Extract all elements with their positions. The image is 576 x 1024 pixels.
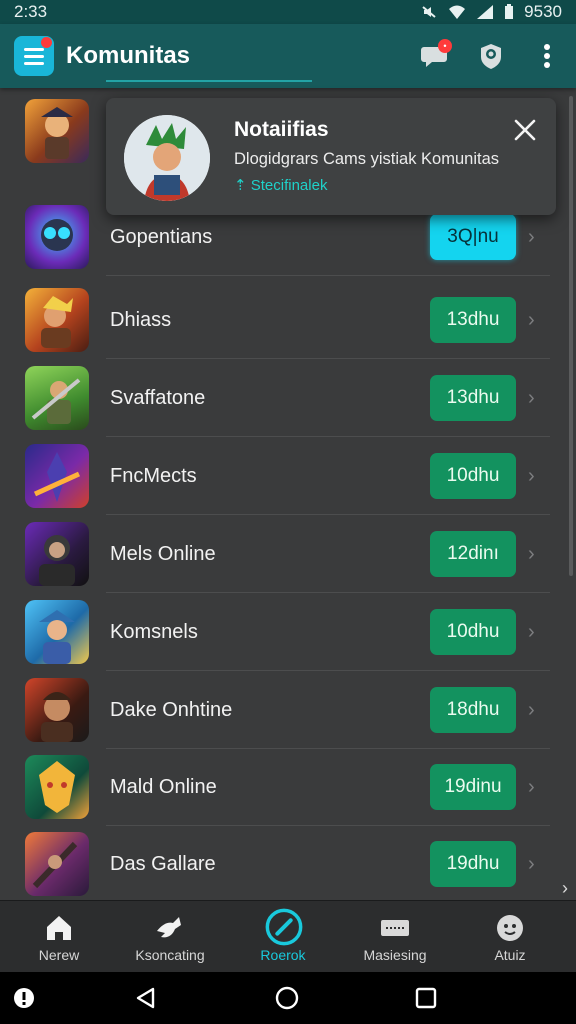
list-item-name: Gopentians xyxy=(110,225,213,248)
title-underline xyxy=(106,80,312,82)
menu-logo-icon[interactable] xyxy=(14,36,54,76)
nav-item-atuiz[interactable]: Atuiz xyxy=(455,901,565,973)
avatar xyxy=(124,115,210,201)
close-icon[interactable] xyxy=(512,117,538,143)
scroll-right-chevron-icon[interactable]: › xyxy=(562,878,568,899)
chevron-right-icon: › xyxy=(528,852,535,875)
notification-badge: • xyxy=(438,39,452,53)
list-item-name: Dake Onhtine xyxy=(110,698,233,721)
list-item-name: Dhiass xyxy=(110,308,172,331)
nav-label: Ksoncating xyxy=(135,947,205,963)
nav-label: Masiesing xyxy=(363,947,427,963)
status-time: 2:33 xyxy=(14,2,48,21)
nav-item-roerok[interactable]: Roerok xyxy=(228,901,338,973)
home-icon xyxy=(47,916,71,940)
keyboard-icon xyxy=(381,920,409,936)
chevron-right-icon: › xyxy=(528,308,535,331)
list-item[interactable]: Svaffatone 13dhu › xyxy=(0,359,560,437)
game-thumbnail xyxy=(25,832,89,896)
battery-icon xyxy=(505,4,514,19)
notification-link[interactable]: ⇡ Stecifinalek xyxy=(234,176,327,194)
game-thumbnail xyxy=(25,205,89,269)
page-title: Komunitas xyxy=(66,42,191,69)
notification-title: Notaiifias xyxy=(234,118,329,141)
nav-item-home[interactable]: Nerew xyxy=(4,901,114,973)
home-button-icon[interactable] xyxy=(275,986,299,1010)
profile-badge-icon[interactable] xyxy=(476,41,506,71)
time-badge-button[interactable]: 19dinu xyxy=(430,764,516,810)
nav-label: Atuiz xyxy=(494,947,526,963)
notification-body: Dlogidgrars Cams yistiak Komunitas xyxy=(234,150,500,168)
game-thumbnail xyxy=(25,444,89,508)
edit-circle-icon xyxy=(265,908,303,946)
time-badge-button[interactable]: 12dinı xyxy=(430,531,516,577)
signal-icon xyxy=(477,5,494,19)
time-badge-button[interactable]: 19dhu xyxy=(430,841,516,887)
chevron-right-icon: › xyxy=(528,775,535,798)
list-item-name: Komsnels xyxy=(110,620,198,643)
chevron-right-icon: › xyxy=(528,620,535,643)
chevron-right-icon: › xyxy=(528,225,535,248)
list-item[interactable]: FncMects 10dhu › xyxy=(0,437,560,515)
list-item[interactable]: Mels Online 12dinı › xyxy=(0,515,560,593)
chat-notification-icon[interactable]: • xyxy=(420,39,452,71)
chevron-right-icon: › xyxy=(528,698,535,721)
status-bar: 2:33 9530 xyxy=(0,0,576,24)
game-thumbnail xyxy=(25,678,89,742)
bottom-nav: Nerew Ksoncating Roerok Masiesing Atuiz xyxy=(0,900,576,972)
time-badge-button[interactable]: 13dhu xyxy=(430,375,516,421)
list-item-name: FncMects xyxy=(110,464,197,487)
time-badge-button[interactable]: 10dhu xyxy=(430,609,516,655)
list-item-name: Svaffatone xyxy=(110,386,206,409)
alert-icon[interactable] xyxy=(12,986,36,1010)
list-item[interactable]: Mald Online 19dinu › xyxy=(0,748,560,826)
chevron-right-icon: › xyxy=(528,542,535,565)
scrollbar[interactable] xyxy=(569,96,573,576)
game-thumbnail xyxy=(25,755,89,819)
chevron-right-icon: › xyxy=(528,464,535,487)
nav-item-connecting[interactable]: Ksoncating xyxy=(115,901,225,973)
game-thumbnail xyxy=(25,600,89,664)
recents-icon[interactable] xyxy=(414,986,438,1010)
system-nav-bar xyxy=(0,972,576,1024)
more-vert-icon[interactable] xyxy=(532,41,562,71)
bird-icon xyxy=(157,917,181,938)
wifi-icon xyxy=(449,5,466,19)
notification-popup[interactable]: Notaiifias Dlogidgrars Cams yistiak Komu… xyxy=(106,98,556,215)
back-icon[interactable] xyxy=(134,986,158,1010)
list-item[interactable]: Das Gallare 19dhu › xyxy=(0,825,560,903)
time-badge-button[interactable]: 10dhu xyxy=(430,453,516,499)
app-bar: Komunitas • xyxy=(0,24,576,88)
list-item-name: Mels Online xyxy=(110,542,216,565)
face-icon xyxy=(497,915,523,941)
list-item[interactable]: Dhiass 13dhu › xyxy=(0,281,560,359)
nav-label: Nerew xyxy=(38,947,80,963)
nav-item-masiesing[interactable]: Masiesing xyxy=(340,901,450,973)
list-item[interactable]: Dake Onhtine 18dhu › xyxy=(0,671,560,749)
list-item[interactable]: Komsnels 10dhu › xyxy=(0,593,560,671)
time-badge-button[interactable]: 18dhu xyxy=(430,687,516,733)
list-item-name: Das Gallare xyxy=(110,852,216,875)
chevron-right-icon: › xyxy=(528,386,535,409)
list-item-name: Mald Online xyxy=(110,775,217,798)
game-thumbnail xyxy=(25,522,89,586)
nav-label: Roerok xyxy=(260,947,306,963)
time-badge-button[interactable]: 3Q|nu xyxy=(430,214,516,260)
mute-icon xyxy=(422,6,436,18)
time-badge-button[interactable]: 13dhu xyxy=(430,297,516,343)
battery-level: 9530 xyxy=(524,2,562,21)
game-thumbnail xyxy=(25,99,89,163)
game-thumbnail xyxy=(25,366,89,430)
game-thumbnail xyxy=(25,288,89,352)
